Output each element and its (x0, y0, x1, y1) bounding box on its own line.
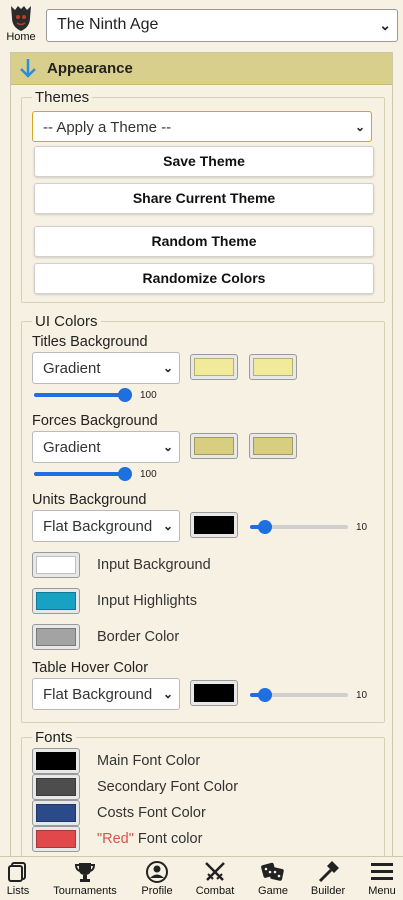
nav-lists-label: Lists (6, 885, 30, 897)
top-bar: Home The Ninth Age ⌄ (0, 0, 403, 48)
nav-builder[interactable]: Builder (308, 859, 348, 897)
trophy-icon (48, 859, 122, 885)
border-color-label: Border Color (97, 629, 180, 645)
fonts-legend: Fonts (35, 729, 73, 746)
titles-bg-range[interactable] (34, 388, 132, 402)
input-bg-color-swatch[interactable] (32, 552, 80, 578)
table-hover-mode-value: Flat Background (43, 686, 153, 703)
forces-bg-color1-swatch[interactable] (190, 433, 238, 459)
appearance-panel: Appearance Themes -- Apply a Theme -- ⌄ … (10, 52, 393, 860)
nav-menu-label: Menu (368, 885, 396, 897)
range-thumb[interactable] (258, 688, 272, 702)
table-hover-label: Table Hover Color (32, 660, 149, 676)
range-thumb[interactable] (258, 520, 272, 534)
nav-combat[interactable]: Combat (193, 859, 237, 897)
units-bg-mode-value: Flat Background (43, 518, 153, 535)
random-theme-button[interactable]: Random Theme (34, 226, 374, 257)
forces-bg-label: Forces Background (32, 413, 158, 429)
share-theme-button[interactable]: Share Current Theme (34, 183, 374, 214)
menu-icon (364, 859, 400, 885)
nav-game[interactable]: Game (254, 859, 292, 897)
main-font-color-swatch[interactable] (32, 748, 80, 774)
nav-profile-label: Profile (141, 885, 173, 897)
lists-icon (4, 859, 32, 885)
nav-tournaments-label: Tournaments (53, 885, 117, 897)
chevron-down-icon: ⌄ (162, 440, 173, 454)
units-bg-range-value: 10 (356, 522, 368, 533)
nav-combat-label: Combat (195, 885, 235, 897)
table-hover-color-swatch[interactable] (190, 680, 238, 706)
save-theme-button[interactable]: Save Theme (34, 146, 374, 177)
nav-builder-label: Builder (310, 885, 346, 897)
nav-menu[interactable]: Menu (364, 859, 400, 897)
forces-bg-mode-value: Gradient (43, 439, 101, 456)
ui-colors-legend: UI Colors (35, 313, 98, 330)
forces-bg-range-value: 100 (140, 469, 157, 480)
nav-lists[interactable]: Lists (4, 859, 32, 897)
input-highlights-label: Input Highlights (97, 593, 197, 609)
forces-bg-range[interactable] (34, 467, 132, 481)
dice-icon (254, 859, 292, 885)
hammer-icon (308, 859, 348, 885)
secondary-font-color-swatch[interactable] (32, 774, 80, 800)
nav-game-label: Game (258, 885, 288, 897)
nav-profile[interactable]: Profile (138, 859, 176, 897)
red-word: "Red" (97, 831, 134, 847)
nav-tournaments[interactable]: Tournaments (48, 859, 122, 897)
army-select[interactable]: The Ninth Age ⌄ (46, 9, 398, 42)
table-hover-range[interactable] (250, 688, 348, 702)
forces-bg-color2-swatch[interactable] (249, 433, 297, 459)
chevron-down-icon: ⌄ (162, 519, 173, 533)
red-font-color-swatch[interactable] (32, 826, 80, 852)
bottom-nav: Lists Tournaments Profile Combat Game Bu… (0, 856, 403, 900)
themes-legend: Themes (35, 89, 90, 106)
chevron-down-icon: ⌄ (162, 687, 173, 701)
red-font-color-label: "Red" Font color (97, 831, 202, 847)
border-color-swatch[interactable] (32, 624, 80, 650)
units-bg-label: Units Background (32, 492, 147, 508)
crossed-swords-icon (193, 859, 237, 885)
randomize-colors-button[interactable]: Randomize Colors (34, 263, 374, 294)
input-bg-label: Input Background (97, 557, 211, 573)
apply-theme-select-value: -- Apply a Theme -- (43, 119, 172, 136)
range-thumb[interactable] (118, 388, 132, 402)
chevron-down-icon: ⌄ (162, 361, 173, 375)
units-bg-mode-select[interactable]: Flat Background ⌄ (32, 510, 180, 542)
titles-bg-color2-swatch[interactable] (249, 354, 297, 380)
ui-colors-group: UI Colors Titles Background Gradient ⌄ 1… (21, 313, 385, 723)
titles-bg-range-value: 100 (140, 390, 157, 401)
home-label: Home (6, 31, 36, 43)
chevron-down-icon: ⌄ (354, 120, 365, 134)
appearance-header[interactable]: Appearance (11, 53, 392, 85)
home-logo-icon (8, 4, 34, 32)
fonts-group: Fonts Main Font Color Secondary Font Col… (21, 729, 385, 859)
secondary-font-color-label: Secondary Font Color (97, 779, 239, 795)
appearance-title: Appearance (47, 60, 133, 77)
forces-bg-mode-select[interactable]: Gradient ⌄ (32, 431, 180, 463)
main-font-color-label: Main Font Color (97, 753, 201, 769)
titles-bg-mode-value: Gradient (43, 360, 101, 377)
units-bg-range[interactable] (250, 520, 348, 534)
table-hover-range-value: 10 (356, 690, 368, 701)
costs-font-color-label: Costs Font Color (97, 805, 206, 821)
titles-bg-color1-swatch[interactable] (190, 354, 238, 380)
home-button[interactable]: Home (2, 4, 40, 46)
army-select-value: The Ninth Age (57, 16, 159, 33)
table-hover-mode-select[interactable]: Flat Background ⌄ (32, 678, 180, 710)
input-highlights-color-swatch[interactable] (32, 588, 80, 614)
themes-group: Themes -- Apply a Theme -- ⌄ Save Theme … (21, 89, 385, 303)
titles-bg-label: Titles Background (32, 334, 148, 350)
arrow-down-icon (17, 56, 39, 80)
range-thumb[interactable] (118, 467, 132, 481)
costs-font-color-swatch[interactable] (32, 800, 80, 826)
profile-icon (138, 859, 176, 885)
chevron-down-icon: ⌄ (379, 17, 391, 33)
red-font-color-rest: Font color (133, 831, 203, 847)
titles-bg-mode-select[interactable]: Gradient ⌄ (32, 352, 180, 384)
apply-theme-select[interactable]: -- Apply a Theme -- ⌄ (32, 111, 372, 142)
units-bg-color-swatch[interactable] (190, 512, 238, 538)
